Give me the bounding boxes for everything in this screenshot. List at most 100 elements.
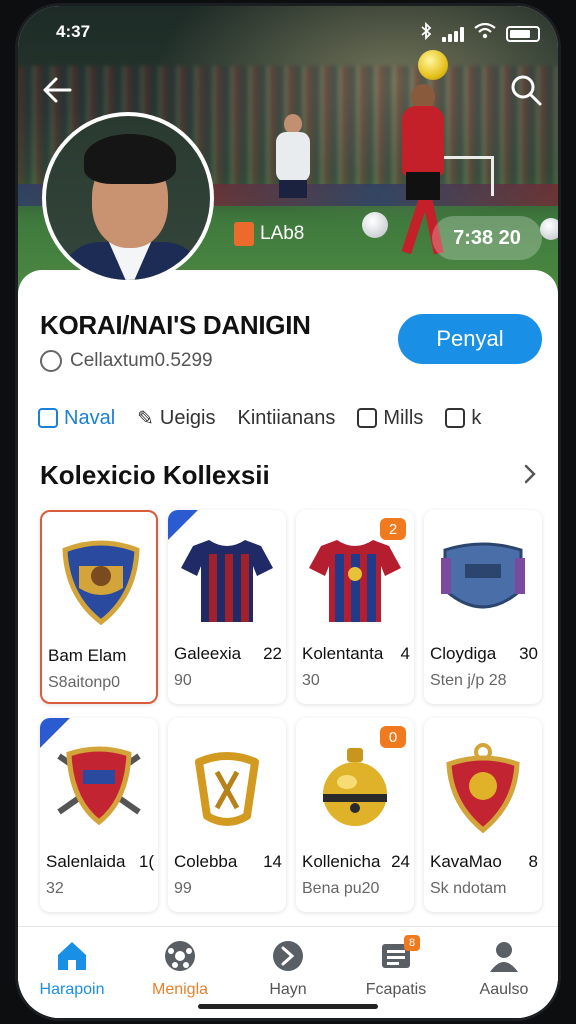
tab-naval[interactable]: Naval bbox=[38, 407, 115, 430]
shield-icon bbox=[40, 728, 158, 848]
nav-label: Hayn bbox=[269, 981, 307, 998]
tab-more[interactable]: k bbox=[445, 407, 481, 430]
collection-card[interactable]: Cloydiga 30 Sten j/p 28 bbox=[424, 510, 542, 704]
card-title-row: Colebba 14 bbox=[174, 852, 282, 872]
tab-label: Naval bbox=[64, 406, 116, 429]
collection-card[interactable]: 2 Kolentanta 4 30 bbox=[296, 510, 414, 704]
card-title: Salenlaida bbox=[46, 852, 126, 871]
card-title: Bam Elam bbox=[48, 646, 127, 665]
status-icons bbox=[420, 21, 540, 45]
tab-label: Kintiianans bbox=[237, 406, 336, 429]
card-meta: Sk ndotam bbox=[430, 880, 507, 897]
follow-button[interactable]: Penyal bbox=[398, 314, 542, 364]
jersey-icon bbox=[296, 520, 414, 640]
collection-card[interactable]: Galeexia 22 90 bbox=[168, 510, 286, 704]
search-icon bbox=[511, 75, 542, 106]
emblem-icon bbox=[168, 728, 286, 848]
shield-icon bbox=[42, 522, 156, 642]
card-count: 30 bbox=[519, 644, 538, 663]
profile-sheet: KORAI/NAI'S DANIGIN Cellaxtum0.5299 Peny… bbox=[18, 270, 558, 1018]
trophy-icon bbox=[296, 728, 414, 848]
football-icon bbox=[362, 212, 388, 238]
collection-title: Kolexicio Kollexsii bbox=[40, 460, 270, 490]
status-bar: 4:37 bbox=[18, 20, 558, 44]
wifi-icon bbox=[474, 22, 496, 44]
player-body bbox=[402, 106, 444, 176]
home-icon bbox=[58, 942, 86, 970]
card-meta: 90 bbox=[174, 672, 192, 689]
banner-icon bbox=[424, 520, 542, 640]
nav-label: Harapoin bbox=[39, 981, 105, 998]
nav-label: Menigla bbox=[151, 981, 209, 998]
collection-card[interactable]: Salenlaida 1( 32 bbox=[40, 718, 158, 912]
jersey-icon bbox=[168, 520, 286, 640]
tab-label: k bbox=[471, 406, 482, 429]
collection-card[interactable]: Colebba 14 99 bbox=[168, 718, 286, 912]
card-title-row: Galeexia 22 bbox=[174, 644, 282, 664]
card-title-row: Salenlaida 1( bbox=[46, 852, 154, 872]
player-head bbox=[284, 114, 302, 134]
tab-mills[interactable]: Mills bbox=[357, 407, 423, 430]
card-meta: S8aitonp0 bbox=[48, 674, 121, 691]
collection-more-button[interactable] bbox=[518, 460, 542, 488]
folder-icon bbox=[357, 408, 378, 428]
card-count: 1( bbox=[138, 852, 154, 871]
profile-name: KORAI/NAI'S DANIGIN bbox=[40, 310, 311, 340]
card-title-row: Bam Elam bbox=[48, 646, 156, 666]
card-meta: Sten j/p 28 bbox=[430, 672, 507, 689]
card-title-row: Cloydiga 30 bbox=[430, 644, 538, 664]
team-chip[interactable]: LAb8 bbox=[234, 222, 304, 246]
card-meta: 32 bbox=[46, 880, 64, 897]
card-meta: 30 bbox=[302, 672, 320, 689]
card-title: Kolentanta bbox=[302, 644, 384, 663]
back-button[interactable] bbox=[38, 70, 78, 110]
football-icon bbox=[540, 218, 558, 240]
profile-tabs: Naval ✎ Ueigis Kintiianans Mills k bbox=[38, 400, 548, 436]
compass-icon bbox=[40, 350, 62, 372]
nav-label: Fcapatis bbox=[365, 981, 427, 998]
tab-ueigis[interactable]: ✎ Ueigis bbox=[137, 406, 215, 431]
card-count: 14 bbox=[263, 852, 282, 871]
collection-card[interactable]: KavaMao 8 Sk ndotam bbox=[424, 718, 542, 912]
nav-badge: 8 bbox=[404, 935, 420, 951]
profile-subtitle-text: Cellaxtum0.5299 bbox=[70, 350, 213, 371]
score-chip[interactable]: 7:38 20 bbox=[432, 216, 542, 260]
tag-icon bbox=[234, 222, 254, 246]
home-indicator bbox=[198, 1004, 378, 1009]
football-icon bbox=[418, 50, 448, 80]
arrow-left-icon bbox=[43, 77, 72, 103]
avatar-hair bbox=[84, 134, 176, 184]
card-title: Cloydiga bbox=[430, 644, 497, 663]
search-button[interactable] bbox=[506, 70, 546, 110]
nav-home[interactable]: Harapoin bbox=[18, 927, 126, 1018]
tab-kintiianans[interactable]: Kintiianans bbox=[237, 407, 335, 430]
card-meta: Bena pu20 bbox=[302, 880, 380, 897]
nav-label: Aaulso bbox=[479, 981, 529, 998]
profile-avatar[interactable] bbox=[42, 112, 214, 284]
bookmark-icon bbox=[445, 408, 466, 428]
bluetooth-icon bbox=[420, 21, 432, 45]
card-title-row: Kolentanta 4 bbox=[302, 644, 410, 664]
score-chip-label: 7:38 20 bbox=[453, 226, 521, 249]
battery-icon bbox=[506, 25, 540, 42]
card-title-row: KavaMao 8 bbox=[430, 852, 538, 872]
card-title: Kollenicha bbox=[302, 852, 381, 871]
collection-card[interactable]: Bam Elam S8aitonp0 bbox=[40, 510, 158, 704]
phone-screen: 4:37 LAb8 7:38 20 KORAI/NAI'S DANIGIN Ce… bbox=[18, 6, 558, 1018]
nav-profile[interactable]: Aaulso bbox=[450, 927, 558, 1018]
pen-icon: ✎ bbox=[137, 407, 154, 430]
play-icon bbox=[273, 941, 303, 971]
crest-icon bbox=[424, 728, 542, 848]
player-shorts bbox=[406, 172, 440, 200]
card-count: 22 bbox=[263, 644, 282, 663]
player-shorts bbox=[279, 180, 307, 198]
card-meta: 99 bbox=[174, 880, 192, 897]
collection-card[interactable]: 0 Kollenicha 24 Bena pu20 bbox=[296, 718, 414, 912]
chevron-right-icon bbox=[524, 464, 536, 484]
status-time: 4:37 bbox=[56, 22, 91, 41]
team-chip-label: LAb8 bbox=[260, 223, 305, 244]
player-body bbox=[276, 132, 310, 182]
signal-icon bbox=[442, 26, 464, 42]
card-title: Colebba bbox=[174, 852, 238, 871]
card-title: Galeexia bbox=[174, 644, 242, 663]
